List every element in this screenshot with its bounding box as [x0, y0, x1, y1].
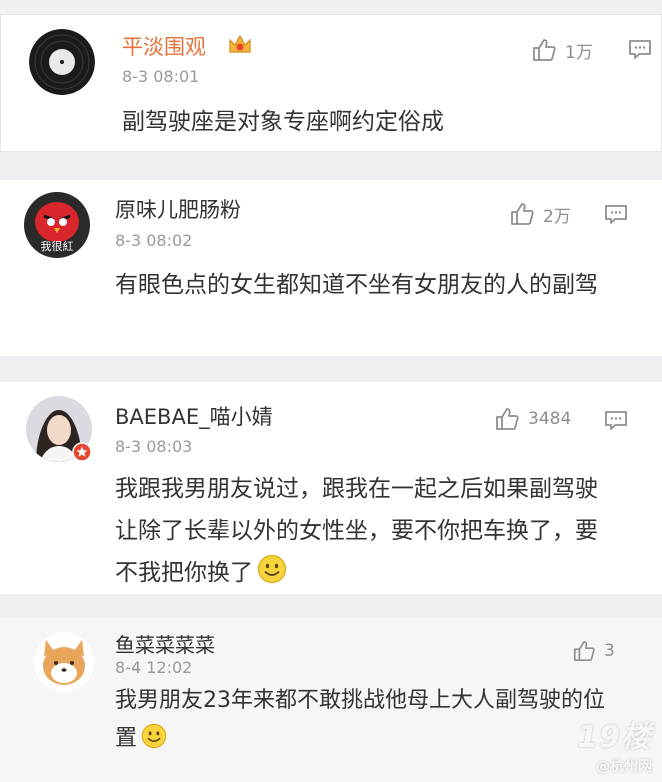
timestamp: 8-3 08:02 [115, 231, 193, 250]
thumbs-up-icon [509, 201, 535, 227]
like-count: 1万 [565, 42, 593, 63]
svg-text:我很紅: 我很紅 [41, 239, 74, 253]
timestamp: 8-4 12:02 [115, 658, 193, 677]
thumbs-up-icon [572, 639, 596, 663]
comment-text-body: 我男朋友23年来都不敢挑战他母上大人副驾驶的位置 [115, 688, 605, 751]
shiba-dog-avatar-icon [34, 632, 94, 692]
like-button[interactable]: 3 [572, 639, 615, 663]
avatar[interactable]: 我很紅 [24, 192, 90, 258]
thumbs-up-icon [531, 37, 557, 63]
like-button[interactable]: 3484 [494, 406, 571, 432]
timestamp: 8-3 08:03 [115, 437, 193, 456]
comment-card: 鱼菜菜菜菜 8-4 12:02 3 我男朋友23年来都不敢挑战他母上大人副驾驶的… [0, 618, 662, 782]
like-button[interactable]: 1万 [531, 37, 593, 63]
comment-text: 我男朋友23年来都不敢挑战他母上大人副驾驶的位置 [115, 682, 615, 762]
vinyl-record-icon [29, 29, 95, 95]
smile-emoji-icon [257, 554, 287, 598]
comment-card: 平淡围观 8-3 08:01 1万 副驾驶座是对象专座啊约定俗成 [0, 14, 662, 152]
reply-button[interactable] [628, 39, 652, 61]
like-button[interactable]: 2万 [509, 201, 571, 227]
username[interactable]: BAEBAE_喵小婧 [115, 401, 273, 431]
comment-bubble-icon [604, 204, 628, 226]
comment-bubble-icon [604, 410, 628, 432]
avatar[interactable] [29, 29, 95, 95]
comment-text: 副驾驶座是对象专座啊约定俗成 [122, 109, 444, 135]
comment-card: 我很紅 原味儿肥肠粉 8-3 08:02 2万 有眼色点的女生都知道不坐有女朋友… [0, 180, 662, 356]
like-count: 3484 [528, 409, 572, 429]
thumbs-up-icon [494, 406, 520, 432]
timestamp: 8-3 08:01 [122, 67, 200, 86]
vip-crown-icon [227, 32, 253, 60]
verified-badge-icon [72, 442, 92, 466]
comment-text: 有眼色点的女生都知道不坐有女朋友的人的副驾 [115, 272, 598, 298]
watermark: 19楼 @杭州网 [577, 712, 652, 776]
like-count: 2万 [543, 206, 571, 227]
username[interactable]: 鱼菜菜菜菜 [115, 629, 215, 658]
smile-emoji-icon [141, 723, 167, 762]
like-count: 3 [604, 641, 615, 661]
watermark-sub: @杭州网 [596, 759, 652, 775]
username[interactable]: 原味儿肥肠粉 [115, 194, 241, 224]
comment-bubble-icon [628, 39, 652, 61]
reply-button[interactable] [604, 204, 628, 226]
username[interactable]: 平淡围观 [122, 31, 206, 61]
comment-text-body: 我跟我男朋友说过，跟我在一起之后如果副驾驶让除了长辈以外的女性坐，要不你把车换了… [115, 476, 598, 586]
comment-text: 我跟我男朋友说过，跟我在一起之后如果副驾驶让除了长辈以外的女性坐，要不你把车换了… [115, 468, 615, 598]
avatar[interactable] [34, 632, 94, 692]
watermark-logo: 19楼 [577, 720, 652, 755]
angry-bird-avatar-icon: 我很紅 [24, 192, 90, 258]
reply-button[interactable] [604, 410, 628, 432]
comment-card: BAEBAE_喵小婧 8-3 08:03 3484 我跟我男朋友说过，跟我在一起… [0, 382, 662, 594]
